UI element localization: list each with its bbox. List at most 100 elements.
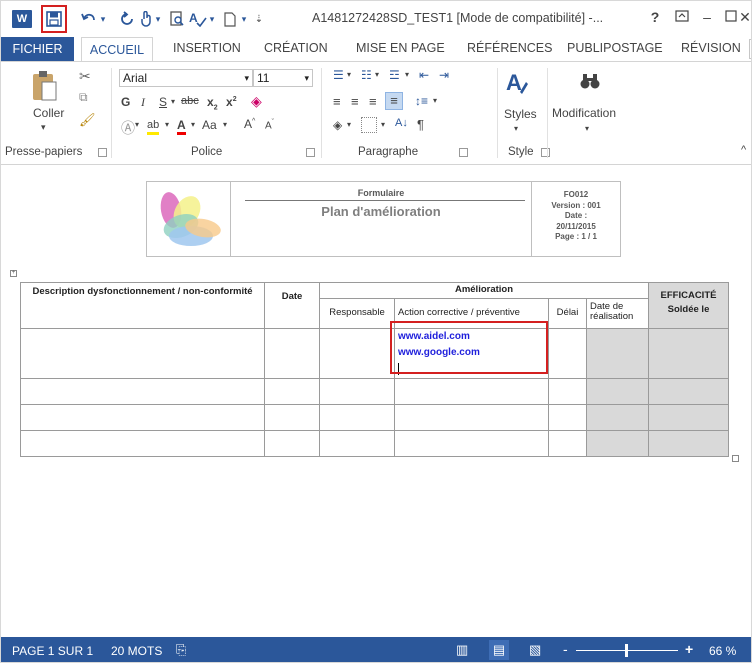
cell-action[interactable] [394, 404, 549, 431]
cell-date[interactable] [264, 430, 320, 457]
minimize-icon[interactable]: – [695, 9, 719, 25]
cell-delai[interactable] [548, 378, 587, 405]
read-mode-icon[interactable]: ▥ [456, 642, 468, 658]
zoom-in-button[interactable]: + [685, 641, 693, 657]
highlight-color-icon[interactable]: ab [147, 118, 160, 135]
cell-soldee[interactable] [648, 404, 729, 431]
line-spacing-dropdown-icon[interactable]: ▾ [433, 96, 437, 105]
cell-delai[interactable] [548, 430, 587, 457]
cell-date[interactable] [264, 378, 320, 405]
cell-soldee[interactable] [648, 328, 729, 379]
copy-icon[interactable]: ⧉ [79, 90, 88, 105]
customize-qat-icon[interactable]: ⇣ [253, 9, 265, 29]
zoom-level[interactable]: 66 % [709, 644, 736, 658]
zoom-out-button[interactable]: - [563, 641, 568, 657]
bullets-dropdown-icon[interactable]: ▾ [347, 70, 351, 79]
table-resize-handle[interactable] [732, 455, 739, 462]
scrollbar[interactable] [739, 165, 751, 637]
new-document-icon[interactable] [223, 9, 237, 29]
change-case-button[interactable]: Aa [202, 118, 217, 132]
print-layout-icon[interactable]: ▤ [489, 640, 509, 660]
tab-creation[interactable]: CRÉATION [264, 41, 328, 55]
text-effects-dropdown-icon[interactable]: ▾ [135, 120, 139, 129]
tab-insertion[interactable]: INSERTION [173, 41, 241, 55]
cell-responsable[interactable] [319, 328, 395, 379]
italic-icon[interactable]: I [141, 95, 145, 110]
align-center-icon[interactable]: ≡ [351, 94, 359, 109]
align-left-icon[interactable]: ≡ [333, 94, 341, 109]
print-preview-icon[interactable] [169, 9, 185, 29]
new-dropdown-icon[interactable]: ▾ [239, 9, 249, 29]
close-icon[interactable]: ✕ [737, 9, 751, 26]
spelling-dropdown-icon[interactable]: ▾ [207, 9, 217, 29]
cell-description[interactable] [20, 430, 265, 457]
subscript-icon[interactable]: x2 [207, 95, 218, 111]
clipboard-launcher-icon[interactable] [98, 148, 107, 157]
tab-accueil[interactable]: ACCUEIL [81, 37, 153, 62]
paragraph-launcher-icon[interactable] [459, 148, 468, 157]
format-painter-icon[interactable]: 🖌 [79, 112, 96, 128]
text-effects-icon[interactable]: Ⓐ [121, 118, 135, 138]
styles-icon[interactable]: A [504, 68, 530, 98]
cell-date[interactable] [264, 404, 320, 431]
tab-mise-en-page[interactable]: MISE EN PAGE [356, 41, 445, 55]
font-launcher-icon[interactable] [306, 148, 315, 157]
tab-fichier[interactable]: FICHIER [1, 37, 74, 61]
cell-date[interactable] [264, 328, 320, 379]
zoom-slider-thumb[interactable] [625, 644, 628, 657]
cell-date-realisation[interactable] [586, 430, 649, 457]
shrink-font-icon[interactable]: Aˇ [265, 119, 274, 131]
undo-icon[interactable] [81, 9, 97, 29]
borders-icon[interactable] [361, 117, 377, 133]
show-formatting-icon[interactable]: ¶ [417, 117, 424, 132]
touch-mode-icon[interactable] [139, 9, 153, 29]
bullets-icon[interactable]: ☰ [333, 68, 344, 82]
styles-dropdown-icon[interactable]: ▾ [514, 124, 518, 133]
underline-icon[interactable]: S [159, 95, 167, 109]
increase-indent-icon[interactable]: ⇥ [439, 68, 449, 82]
grow-font-icon[interactable]: A^ [244, 117, 255, 131]
spelling-icon[interactable]: A [189, 9, 207, 29]
binoculars-icon[interactable] [579, 72, 601, 92]
collapse-ribbon-icon[interactable]: ^ [741, 144, 746, 156]
cell-delai[interactable] [548, 328, 587, 379]
strikethrough-icon[interactable]: abc [181, 95, 199, 107]
help-button[interactable]: ? [643, 9, 667, 25]
font-name-combo[interactable]: Arial ▾ [119, 69, 253, 87]
ribbon-display-options-icon[interactable] [670, 9, 694, 25]
paste-label[interactable]: Coller [33, 106, 64, 120]
cell-action[interactable] [394, 378, 549, 405]
table-move-handle-icon[interactable]: + [10, 270, 17, 277]
cell-action[interactable] [394, 430, 549, 457]
save-icon[interactable] [45, 9, 63, 29]
font-size-dropdown-icon[interactable]: ▾ [304, 70, 309, 86]
page-count[interactable]: PAGE 1 SUR 1 [12, 644, 93, 658]
cell-date-realisation[interactable] [586, 328, 649, 379]
bold-icon[interactable]: G [121, 95, 130, 109]
multilevel-dropdown-icon[interactable]: ▾ [405, 70, 409, 79]
cell-soldee[interactable] [648, 430, 729, 457]
align-right-icon[interactable]: ≡ [369, 94, 377, 109]
cell-date-realisation[interactable] [586, 378, 649, 405]
cell-date-realisation[interactable] [586, 404, 649, 431]
font-name-dropdown-icon[interactable]: ▾ [244, 70, 249, 86]
tab-publipostage[interactable]: PUBLIPOSTAGE [567, 41, 663, 55]
cell-responsable[interactable] [319, 378, 395, 405]
style-launcher-icon[interactable] [541, 148, 550, 157]
highlight-dropdown-icon[interactable]: ▾ [165, 120, 169, 129]
paste-dropdown-icon[interactable]: ▾ [41, 122, 46, 133]
cell-delai[interactable] [548, 404, 587, 431]
font-size-combo[interactable]: 11 ▾ [253, 69, 313, 87]
shading-icon[interactable]: ◈ [333, 118, 342, 132]
touch-dropdown-icon[interactable]: ▾ [153, 9, 163, 29]
cell-responsable[interactable] [319, 404, 395, 431]
clear-formatting-icon[interactable]: ◈ [251, 93, 262, 110]
borders-dropdown-icon[interactable]: ▾ [381, 120, 385, 129]
tab-references[interactable]: RÉFÉRENCES [467, 41, 552, 55]
paste-icon[interactable] [29, 68, 59, 102]
proofing-icon[interactable]: ⎘ [176, 642, 186, 658]
font-color-icon[interactable]: A [177, 118, 186, 135]
styles-label[interactable]: Styles [504, 107, 537, 121]
line-spacing-icon[interactable]: ↕≡ [415, 94, 428, 108]
cell-responsable[interactable] [319, 430, 395, 457]
